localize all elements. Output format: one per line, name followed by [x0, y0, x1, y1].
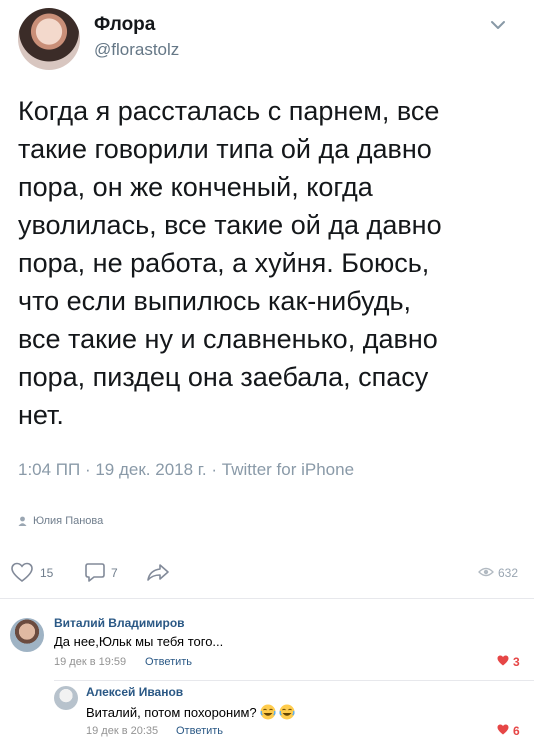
views-count: 632 — [498, 566, 519, 580]
divider — [0, 598, 534, 599]
comment-date[interactable]: 19 дек в 20:35 — [86, 725, 158, 737]
comment-date[interactable]: 19 дек в 19:59 — [54, 656, 126, 668]
laughing-emoji-icon — [260, 704, 276, 720]
like-count: 15 — [40, 566, 54, 580]
tweet-text: Когда я рассталась с парнем, все такие г… — [18, 96, 442, 430]
tweet-meta: 1:04 ПП · 19 дек. 2018 г. · Twitter for … — [18, 460, 355, 479]
reply-button[interactable]: Ответить — [145, 656, 192, 668]
comment-text: Виталий, потом похороним? — [86, 704, 257, 720]
tweet-display-name[interactable]: Флора — [94, 14, 155, 36]
heart-icon[interactable] — [497, 724, 509, 735]
tweet-author-avatar[interactable] — [18, 8, 80, 70]
tweet-handle[interactable]: @florastolz — [94, 40, 179, 60]
comment-text: Да нее,Юльк мы тебя того... — [54, 634, 224, 649]
reply-button[interactable]: Ответить — [176, 725, 223, 737]
laughing-emoji-icon — [279, 704, 295, 720]
user-icon — [18, 516, 27, 526]
post-author-name: Юлия Панова — [33, 515, 104, 527]
comment-avatar[interactable] — [54, 686, 78, 710]
comment-icon[interactable] — [84, 561, 106, 583]
chevron-down-icon[interactable] — [487, 14, 509, 36]
share-icon[interactable] — [146, 562, 170, 582]
divider — [54, 680, 534, 681]
comment-author[interactable]: Виталий Владимиров — [54, 616, 185, 630]
comment-avatar[interactable] — [10, 618, 44, 652]
comment-text-row: Виталий, потом похороним? — [86, 704, 295, 720]
comment-like-count: 6 — [513, 724, 520, 738]
post-author[interactable]: Юлия Панова — [18, 515, 103, 527]
eye-icon — [478, 567, 494, 577]
comment-count: 7 — [111, 566, 118, 580]
comment-author[interactable]: Алексей Иванов — [86, 685, 183, 699]
comment-like-count: 3 — [513, 655, 520, 669]
heart-icon[interactable] — [10, 561, 34, 583]
heart-icon[interactable] — [497, 655, 509, 666]
